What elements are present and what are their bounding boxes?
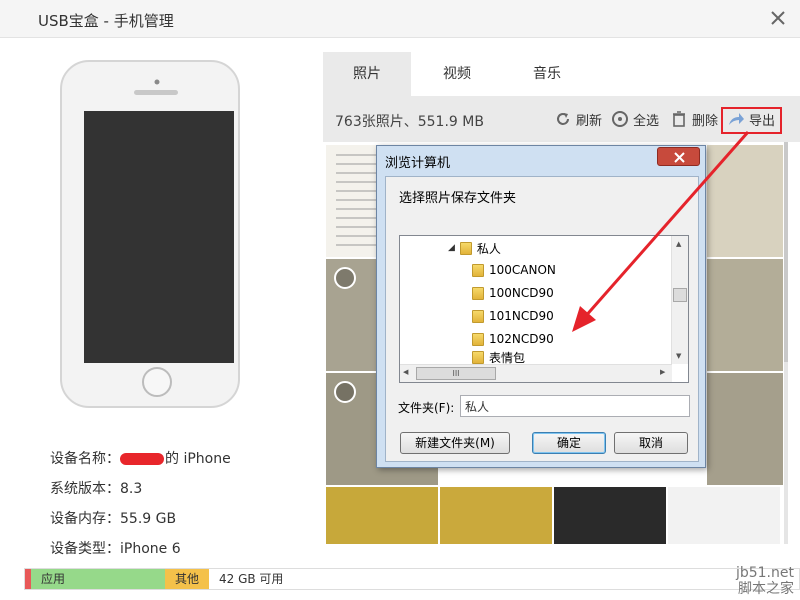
select-all-icon	[612, 111, 628, 127]
dialog-close-button[interactable]	[657, 147, 700, 166]
tree-item-label: 表情包	[489, 350, 526, 365]
folder-icon	[472, 263, 484, 277]
device-type-value: iPhone 6	[120, 541, 181, 557]
photo-count: 763张照片、551.9 MB	[335, 114, 484, 130]
folder-name-input[interactable]: 私人	[460, 395, 690, 417]
tab-photos[interactable]: 照片	[323, 52, 411, 96]
delete-label: 删除	[692, 113, 719, 129]
tab-videos[interactable]: 视频	[413, 52, 501, 96]
device-name-label: 设备名称：	[50, 451, 120, 467]
tree-item-label: 100NCD90	[489, 286, 554, 300]
folder-field-label: 文件夹(F):	[398, 401, 455, 415]
tree-item-folder[interactable]: 101NCD90	[472, 306, 554, 326]
device-version-value: 8.3	[120, 481, 143, 497]
folder-icon	[472, 286, 484, 300]
photo-scrollbar-thumb[interactable]	[784, 142, 788, 362]
device-version-label: 系统版本：	[50, 481, 120, 497]
photo-thumb[interactable]	[707, 373, 783, 485]
scroll-up-icon[interactable]: ▲	[676, 240, 681, 248]
close-icon[interactable]	[766, 6, 790, 30]
delete-button[interactable]: 删除	[670, 108, 718, 130]
device-memory-value: 55.9 GB	[120, 511, 177, 527]
storage-app-segment: 应用	[31, 569, 165, 589]
watermark-line2: 脚本之家	[738, 581, 794, 597]
trash-icon	[673, 111, 685, 127]
cancel-button[interactable]: 取消	[614, 432, 688, 454]
tab-music[interactable]: 音乐	[503, 52, 591, 96]
iphone-illustration	[60, 60, 240, 408]
tree-item-folder[interactable]: 表情包	[472, 350, 525, 364]
browse-folder-dialog: 浏览计算机 选择照片保存文件夹 ◢ 私人 100CANON 100NCD90 1…	[376, 145, 706, 468]
dialog-title: 浏览计算机	[385, 156, 451, 171]
tree-item-folder[interactable]: 102NCD90	[472, 329, 554, 349]
new-folder-button[interactable]: 新建文件夹(M)	[400, 432, 510, 454]
photo-scrollbar[interactable]	[784, 142, 788, 544]
photo-thumb[interactable]	[707, 145, 783, 257]
refresh-label: 刷新	[576, 113, 603, 129]
folder-icon	[459, 241, 472, 255]
select-all-button[interactable]: 全选	[611, 108, 659, 130]
close-icon	[674, 152, 685, 163]
watermark: jb51.net 脚本之家	[736, 565, 794, 597]
device-type: 设备类型：iPhone 6	[50, 538, 181, 558]
tree-item-label: 101NCD90	[489, 309, 554, 323]
photo-thumb[interactable]	[668, 487, 780, 544]
device-memory-label: 设备内存：	[50, 511, 120, 527]
tree-hscroll-thumb[interactable]: III	[416, 367, 496, 380]
tree-scroll-thumb[interactable]	[673, 288, 687, 302]
device-name: 设备名称： 的 iPhone	[50, 448, 231, 468]
dialog-prompt: 选择照片保存文件夹	[399, 191, 517, 206]
photo-thumb[interactable]	[326, 487, 438, 544]
storage-bar: 应用 其他 42 GB 可用	[24, 568, 800, 590]
folder-icon	[472, 332, 484, 346]
expand-arrow-icon: ◢	[448, 243, 455, 253]
scroll-right-icon[interactable]: ▶	[660, 368, 665, 376]
device-memory: 设备内存：55.9 GB	[50, 508, 176, 528]
checkmark-icon[interactable]	[334, 267, 356, 289]
export-highlight-box	[721, 107, 782, 134]
photo-thumb[interactable]	[440, 487, 552, 544]
tree-item-label: 102NCD90	[489, 332, 554, 346]
folder-tree: ◢ 私人 100CANON 100NCD90 101NCD90 102NCD90…	[399, 235, 689, 383]
device-version: 系统版本：8.3	[50, 478, 142, 498]
folder-icon	[472, 350, 484, 364]
window-title: USB宝盒 - 手机管理	[38, 12, 174, 30]
tree-item-label: 私人	[476, 241, 501, 256]
device-name-value: 的 iPhone	[165, 451, 231, 467]
tree-item-private[interactable]: ◢ 私人	[448, 238, 501, 258]
ok-button[interactable]: 确定	[532, 432, 606, 454]
scroll-left-icon[interactable]: ◀	[403, 368, 408, 376]
refresh-button[interactable]: 刷新	[554, 108, 602, 130]
tree-item-folder[interactable]: 100NCD90	[472, 283, 554, 303]
media-tabs: 照片 视频 音乐	[323, 52, 800, 96]
tree-item-label: 100CANON	[489, 263, 556, 277]
folder-icon	[472, 309, 484, 323]
photo-thumb[interactable]	[707, 259, 783, 371]
tree-horizontal-scrollbar[interactable]: ◀ III ▶	[400, 364, 672, 382]
device-type-label: 设备类型：	[50, 541, 120, 557]
refresh-icon	[557, 113, 569, 125]
watermark-line1: jb51.net	[735, 565, 794, 581]
title-bar: USB宝盒 - 手机管理	[0, 0, 800, 38]
tree-vertical-scrollbar[interactable]: ▲ ▼	[671, 236, 688, 364]
redacted-name	[120, 453, 164, 465]
storage-free-label: 42 GB 可用	[219, 572, 284, 586]
dialog-body: 选择照片保存文件夹 ◢ 私人 100CANON 100NCD90 101NCD9…	[385, 176, 699, 462]
tree-item-folder[interactable]: 100CANON	[472, 260, 556, 280]
select-all-label: 全选	[633, 113, 660, 129]
storage-other-segment: 其他	[165, 569, 209, 589]
checkmark-icon[interactable]	[334, 381, 356, 403]
photo-thumb[interactable]	[554, 487, 666, 544]
scroll-down-icon[interactable]: ▼	[676, 352, 681, 360]
